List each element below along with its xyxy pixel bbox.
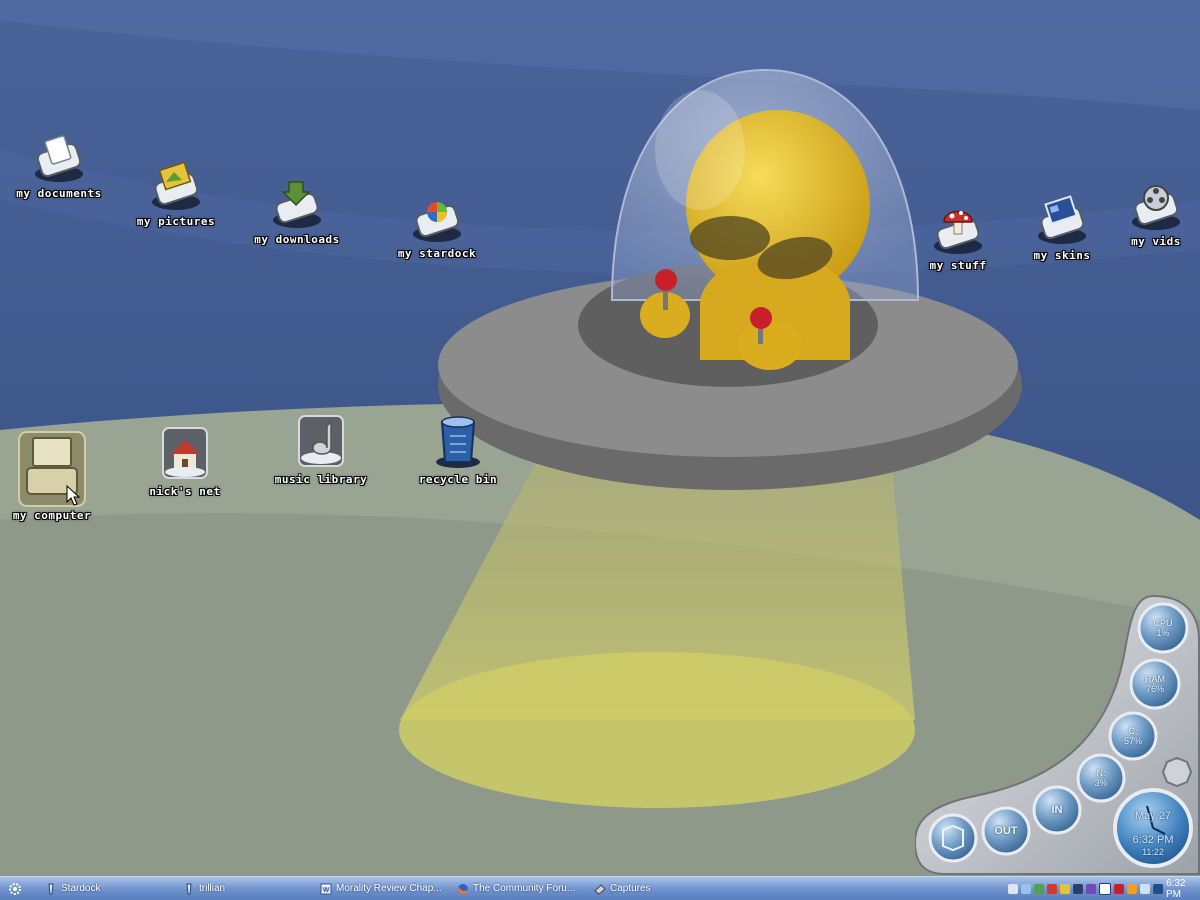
taskbar-item-label: trillian — [199, 883, 226, 894]
icon-label: my stardock — [397, 247, 477, 260]
taskbar-item-captures[interactable]: Captures — [594, 879, 724, 898]
documents-icon — [35, 135, 83, 182]
drive-c-value: 57% — [1123, 736, 1142, 746]
desktop-icon-music-library[interactable]: music library — [266, 412, 376, 485]
dock-settings-button[interactable] — [1163, 758, 1191, 786]
taskbar-item-label: Captures — [610, 883, 651, 894]
cloud-icon[interactable] — [1140, 883, 1150, 894]
volume-icon[interactable] — [1008, 883, 1018, 894]
drive-n-value: 3% — [1094, 778, 1108, 788]
clock-widget-date: May 27 — [1134, 810, 1172, 822]
gear-icon — [9, 882, 21, 895]
taskbar-item-label: The Community Foru... — [473, 883, 576, 894]
calendar-icon[interactable] — [1099, 882, 1111, 895]
svg-text:W: W — [323, 887, 330, 894]
drive-c-meter[interactable]: C: 57% — [1113, 726, 1153, 746]
icon-label: nick's net — [149, 485, 221, 498]
clock-widget-time: 6:32 PM — [1132, 834, 1174, 846]
desktop-icon-my-stuff[interactable]: my stuff — [903, 202, 1013, 271]
desktop-icon-my-computer[interactable]: my computer — [0, 430, 107, 521]
update-icon[interactable] — [1060, 883, 1070, 894]
desktop-icon-my-downloads[interactable]: my downloads — [242, 176, 352, 245]
cpu-meter[interactable]: CPU 1% — [1143, 618, 1183, 638]
power-icon[interactable] — [1153, 883, 1163, 894]
desktop: my documents my pictures my downloads my… — [0, 0, 1200, 876]
window-icon[interactable] — [1073, 883, 1083, 894]
pictures-icon — [152, 161, 200, 210]
network-in-button[interactable]: IN — [1037, 805, 1077, 816]
captures-icon — [594, 883, 606, 895]
mail-box-button[interactable] — [930, 815, 976, 861]
clock-widget-sub: 11:22 — [1142, 847, 1164, 857]
taskbar: Stardock trillian W Morality Review Chap… — [0, 876, 1200, 900]
firefox-icon — [458, 883, 468, 894]
icon-label: my pictures — [136, 215, 216, 228]
antivirus-icon[interactable] — [1114, 883, 1124, 894]
music-icon — [298, 415, 344, 467]
system-tray: 6:32 PM — [1008, 878, 1200, 900]
house-icon — [162, 427, 208, 479]
ram-meter[interactable]: RAM 76% — [1135, 674, 1175, 694]
icon-label: my vids — [1131, 235, 1181, 248]
messenger-icon[interactable] — [1034, 883, 1044, 894]
skins-icon — [1038, 195, 1086, 244]
icon-label: my computer — [12, 509, 92, 522]
taskbar-clock[interactable]: 6:32 PM — [1166, 878, 1190, 900]
taskbar-item-morality-review[interactable]: W Morality Review Chap... — [320, 879, 450, 898]
trillian-icon — [186, 883, 192, 894]
app-tray-icon[interactable] — [1086, 883, 1096, 894]
recycle-bin-icon — [436, 416, 480, 468]
taskbar-item-trillian[interactable]: trillian — [183, 879, 313, 898]
downloads-icon — [273, 181, 321, 228]
icon-label: recycle bin — [418, 473, 498, 486]
taskbar-item-label: Stardock — [61, 883, 101, 894]
icon-label: my skins — [1033, 249, 1091, 262]
network-out-button[interactable]: OUT — [986, 826, 1026, 837]
taskbar-item-community-forum[interactable]: The Community Foru... — [457, 879, 587, 898]
drive-n-meter[interactable]: N: 3% — [1081, 768, 1121, 788]
icon-label: music library — [274, 473, 368, 486]
taskbar-item-stardock[interactable]: Stardock — [45, 879, 175, 898]
stardock-icon — [413, 202, 461, 242]
computer-icon — [18, 431, 86, 507]
film-reel-icon — [1132, 185, 1180, 230]
desktop-icon-my-stardock[interactable]: my stardock — [382, 190, 492, 259]
word-document-icon: W — [320, 883, 332, 894]
desktop-icon-nicks-net[interactable]: nick's net — [130, 424, 240, 497]
icon-label: my stuff — [929, 259, 987, 272]
cpu-meter-label: CPU — [1153, 618, 1173, 628]
start-button[interactable] — [4, 879, 26, 898]
drive-c-label: C: — [1128, 726, 1138, 736]
taskbar-item-label: Morality Review Chap... — [336, 883, 442, 894]
stardock-app-icon — [48, 883, 54, 894]
system-meter-dock: CPU 1% RAM 76% C: 57% N: 3% IN OUT May 2… — [915, 590, 1200, 876]
icon-label: my documents — [16, 187, 102, 200]
chart-icon[interactable] — [1127, 883, 1137, 894]
mushroom-icon — [934, 210, 982, 254]
network-icon[interactable] — [1021, 883, 1031, 894]
icon-label: my downloads — [254, 233, 340, 246]
ram-meter-value: 76% — [1145, 684, 1164, 694]
shield-icon[interactable] — [1047, 883, 1057, 894]
drive-n-label: N: — [1096, 768, 1106, 778]
desktop-icon-my-vids[interactable]: my vids — [1101, 178, 1200, 247]
ram-meter-label: RAM — [1145, 674, 1165, 684]
cpu-meter-value: 1% — [1156, 628, 1170, 638]
desktop-icon-my-documents[interactable]: my documents — [4, 130, 114, 199]
desktop-icon-my-pictures[interactable]: my pictures — [121, 158, 231, 227]
desktop-icon-recycle-bin[interactable]: recycle bin — [403, 412, 513, 485]
